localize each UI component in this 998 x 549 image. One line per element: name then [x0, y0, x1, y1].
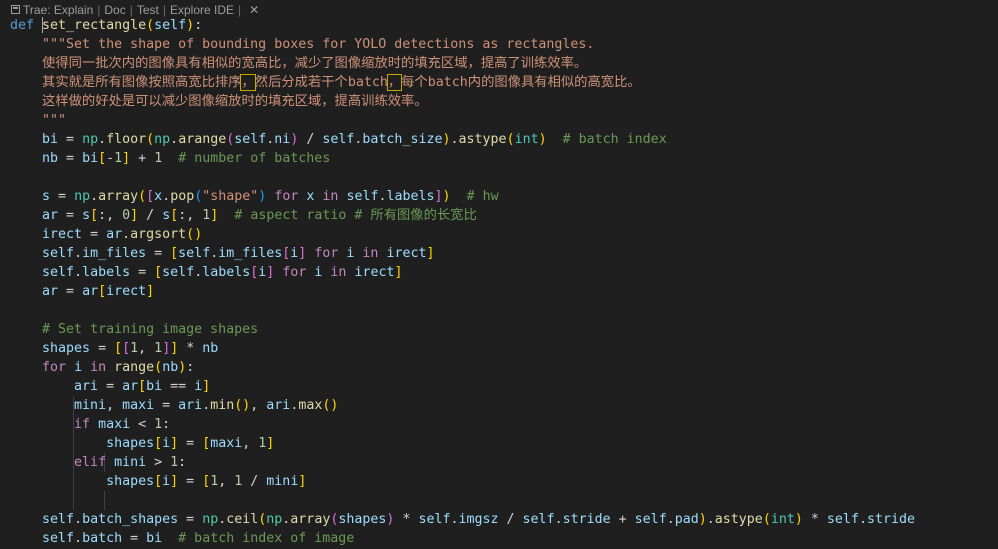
- code-line[interactable]: 这样做的好处是可以减少图像缩放时的填充区域，提高训练效率。: [0, 92, 998, 111]
- code-line[interactable]: shapes[i] = [1, 1 / mini]: [0, 472, 998, 491]
- code-line[interactable]: self.batch = bi # batch index of image: [0, 529, 998, 548]
- code-line[interactable]: elif mini > 1:: [0, 453, 998, 472]
- code-line[interactable]: mini, maxi = ari.min(), ari.max(): [0, 396, 998, 415]
- highlighted-char: ，: [240, 74, 256, 91]
- docstring: 其实就是所有图像按照高宽比排序: [42, 75, 242, 90]
- codelens-separator: |: [97, 2, 101, 17]
- code-line[interactable]: shapes[i] = [maxi, 1]: [0, 434, 998, 453]
- comment: # batch index: [562, 132, 667, 147]
- code-line[interactable]: ar = ar[irect]: [0, 282, 998, 301]
- keyword: def: [10, 18, 35, 33]
- docstring: 然后分成若干个batch: [254, 75, 388, 90]
- docstring: 这样做的好处是可以减少图像缩放时的填充区域，提高训练效率。: [42, 94, 428, 109]
- codelens-doc[interactable]: Doc: [104, 3, 125, 17]
- code-line[interactable]: def set_rectangle(self):: [0, 16, 998, 35]
- docstring: 使得同一批次内的图像具有相似的宽高比，减少了图像缩放时的填充区域，提高了训练效率…: [42, 56, 588, 71]
- code-line[interactable]: [0, 301, 998, 320]
- code-line[interactable]: for i in range(nb):: [0, 358, 998, 377]
- code-line[interactable]: 使得同一批次内的图像具有相似的宽高比，减少了图像缩放时的填充区域，提高了训练效率…: [0, 54, 998, 73]
- docstring: 每个batch内的图像具有相似的高宽比。: [401, 75, 641, 90]
- code-editor[interactable]: def set_rectangle(self): """Set the shap…: [0, 16, 998, 548]
- highlighted-char: ，: [386, 74, 403, 91]
- code-line[interactable]: ari = ar[bi == i]: [0, 377, 998, 396]
- codelens-separator: |: [162, 2, 166, 17]
- code-line[interactable]: [0, 168, 998, 187]
- parameter: self: [154, 18, 187, 33]
- docstring: """Set the shape of bounding boxes for Y…: [42, 37, 595, 52]
- code-line[interactable]: if maxi < 1:: [0, 415, 998, 434]
- code-line[interactable]: s = np.array([x.pop("shape") for x in se…: [0, 187, 998, 206]
- comment: # hw: [466, 189, 499, 204]
- close-icon[interactable]: ✕: [249, 3, 259, 17]
- comment: # batch index of image: [178, 531, 355, 546]
- code-line[interactable]: self.batch_shapes = np.ceil(np.array(sha…: [0, 510, 998, 529]
- codelens-icon: [11, 5, 20, 14]
- code-line[interactable]: shapes = [[1, 1]] * nb: [0, 339, 998, 358]
- comment: # number of batches: [178, 151, 331, 166]
- comment: # Set training image shapes: [42, 322, 259, 337]
- codelens-explain[interactable]: Trae: Explain: [23, 3, 93, 17]
- code-line[interactable]: self.im_files = [self.im_files[i] for i …: [0, 244, 998, 263]
- code-line[interactable]: bi = np.floor(np.arange(self.ni) / self.…: [0, 130, 998, 149]
- code-line[interactable]: self.labels = [self.labels[i] for i in i…: [0, 263, 998, 282]
- code-line[interactable]: ar = s[:, 0] / s[:, 1] # aspect ratio # …: [0, 206, 998, 225]
- codelens-test[interactable]: Test: [137, 3, 159, 17]
- code-line[interactable]: [0, 491, 998, 510]
- code-line[interactable]: 其实就是所有图像按照高宽比排序，然后分成若干个batch，每个batch内的图像…: [0, 73, 998, 92]
- code-line[interactable]: """: [0, 111, 998, 130]
- code-line[interactable]: nb = bi[-1] + 1 # number of batches: [0, 149, 998, 168]
- code-line[interactable]: # Set training image shapes: [0, 320, 998, 339]
- docstring: """: [42, 113, 67, 128]
- codelens-separator: |: [238, 2, 242, 17]
- code-line[interactable]: """Set the shape of bounding boxes for Y…: [0, 35, 998, 54]
- codelens-explore-ide[interactable]: Explore IDE: [170, 3, 234, 17]
- comment: # aspect ratio # 所有图像的长宽比: [234, 208, 477, 223]
- code-line[interactable]: irect = ar.argsort(): [0, 225, 998, 244]
- codelens-separator: |: [129, 2, 133, 17]
- function-name: set_rectangle: [42, 18, 147, 33]
